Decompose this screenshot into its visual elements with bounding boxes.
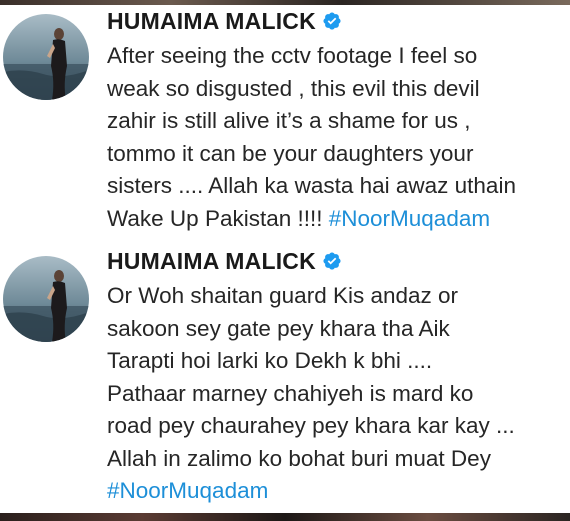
tweet-line: road pey chaurahey pey khara kar kay ... <box>107 413 515 438</box>
author-name[interactable]: HUMAIMA MALICK <box>107 8 316 35</box>
tweet-line: sakoon sey gate pey khara tha Aik <box>107 315 450 341</box>
tweet-line-text: Wake Up Pakistan !!!! <box>107 205 329 231</box>
tweet-line: Pathaar marney chahiyeh is mard ko <box>107 380 474 406</box>
tweet-line: tommo it can be your daughters your <box>107 140 474 166</box>
tweet-text: After seeing the cctv footage I feel so … <box>107 40 567 235</box>
avatar[interactable] <box>3 14 89 100</box>
tweet-line: Wake Up Pakistan !!!! #NoorMuqadam <box>107 203 567 236</box>
top-image-edge <box>0 0 570 5</box>
tweet-line: sisters .... Allah ka wasta hai awaz uth… <box>107 173 516 198</box>
bottom-image-edge <box>0 513 570 521</box>
hashtag-link[interactable]: #NoorMuqadam <box>329 206 490 231</box>
tweet-line: Allah in zalimo ko bohat buri muat Dey <box>107 445 491 471</box>
verified-badge-icon <box>322 11 342 31</box>
tweet-line: weak so disgusted , this evil this devil <box>107 75 480 101</box>
tweet-text: Or Woh shaitan guard Kis andaz or sakoon… <box>107 280 567 508</box>
author-row: HUMAIMA MALICK <box>107 246 342 276</box>
avatar[interactable] <box>3 256 89 342</box>
tweet-line: Or Woh shaitan guard Kis andaz or <box>107 283 459 308</box>
verified-badge-icon <box>322 251 342 271</box>
author-row: HUMAIMA MALICK <box>107 6 342 36</box>
tweet-line: Tarapti hoi larki ko Dekh k bhi .... <box>107 348 433 373</box>
tweet-line: After seeing the cctv footage I feel so <box>107 43 478 68</box>
hashtag-link[interactable]: #NoorMuqadam <box>107 475 567 508</box>
tweet-line: zahir is still alive it’s a shame for us… <box>107 108 471 133</box>
author-name[interactable]: HUMAIMA MALICK <box>107 248 316 275</box>
